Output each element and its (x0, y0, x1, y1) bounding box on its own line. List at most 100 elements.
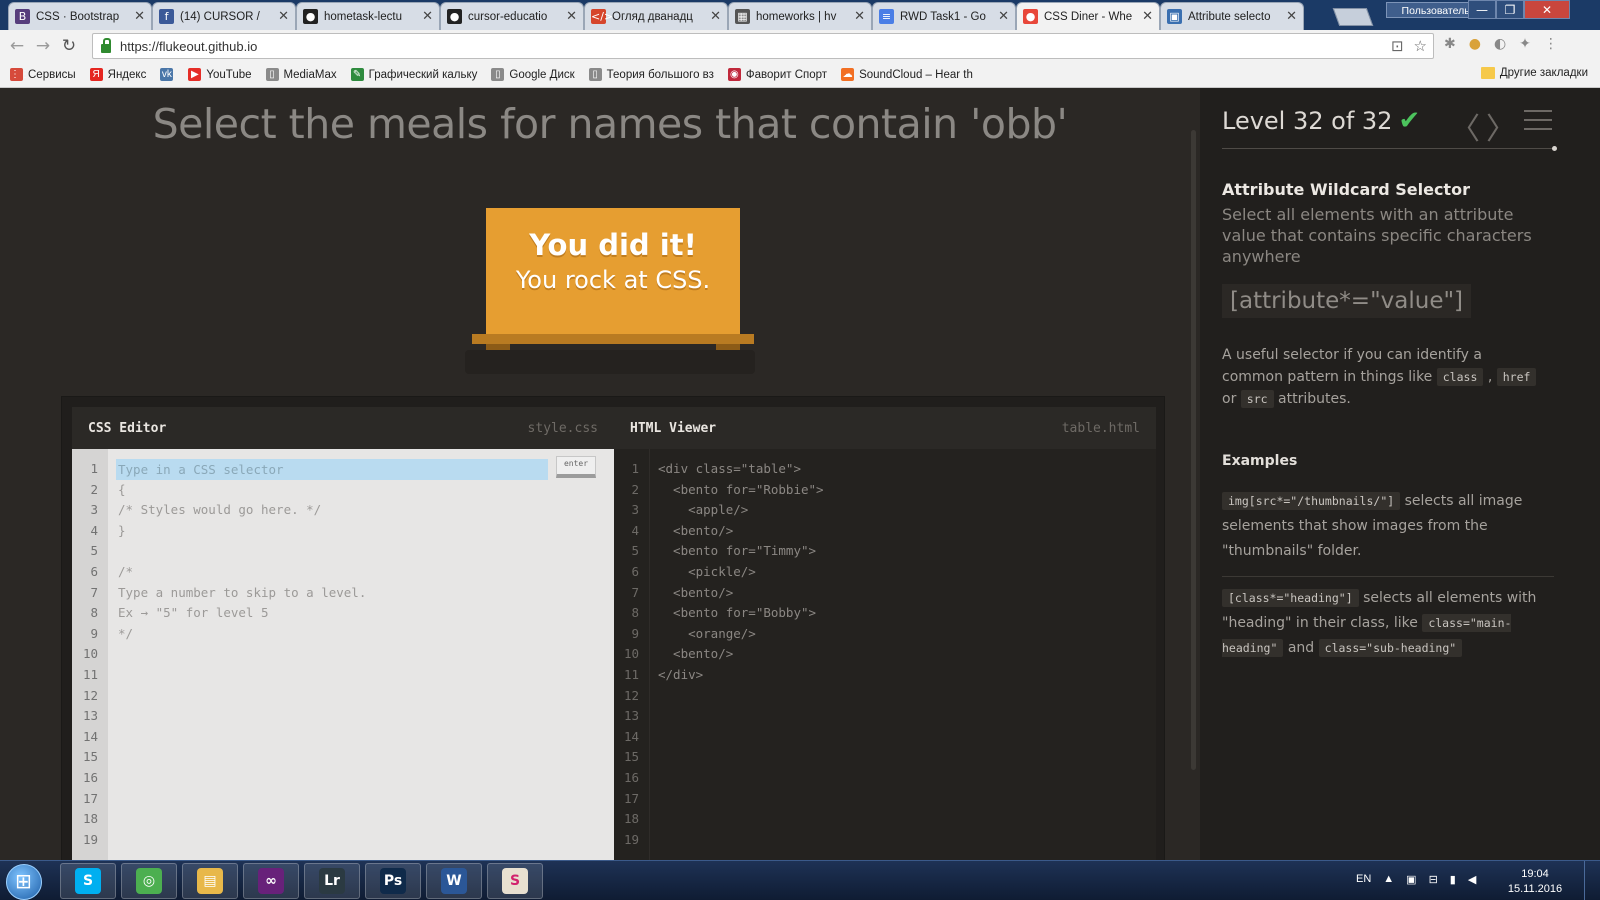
extension-puzzle-icon[interactable]: ✦ (1519, 36, 1531, 52)
line-number: 8 (90, 605, 98, 621)
code-line: </div> (658, 667, 704, 682)
back-arrow-icon[interactable]: ← (4, 36, 30, 56)
hint-text: attributes. (1273, 391, 1351, 407)
bookmark-item[interactable]: ⋮⋮ Сервисы (10, 68, 76, 81)
line-number: 1 (90, 461, 98, 476)
clock-time: 19:04 (1521, 868, 1549, 880)
tray-arrow-icon[interactable]: ▲ (1383, 873, 1394, 886)
line-number: 18 (82, 811, 98, 827)
bookmark-item[interactable]: ✎ Графический кальку (350, 68, 477, 81)
photoshop-icon: Ps (380, 868, 406, 894)
line-number: 12 (82, 687, 98, 703)
tab-close-icon[interactable]: ✕ (566, 9, 577, 24)
chrome-menu-icon[interactable]: ⋮ (1544, 36, 1558, 52)
browser-tab[interactable]: ≡ RWD Task1 - Go ✕ (872, 2, 1016, 30)
css-line-gutter: 1 2 3 4 5 6 7 8 9 10 11 12 13 14 15 16 17 18 19 (72, 449, 108, 860)
reload-icon[interactable]: ↻ (56, 36, 82, 56)
browser-tab[interactable]: ▣ Attribute selecto ✕ (1160, 2, 1304, 30)
line-number: 5 (631, 543, 639, 559)
bookmark-item[interactable]: ▯ Теория большого вз (588, 68, 714, 81)
address-bar[interactable]: https://flukeout.github.io ⊡ ☆ (92, 33, 1434, 59)
bookmark-item[interactable]: ☁ SoundCloud – Hear th (841, 68, 973, 81)
taskbar-app[interactable]: Lr (304, 863, 360, 899)
browser-toolbar: ← → ↻ https://flukeout.github.io ⊡ ☆ (0, 30, 1600, 62)
browser-tab[interactable]: ● CSS Diner - Whe ✕ (1016, 2, 1160, 30)
line-number: 14 (82, 728, 98, 744)
soundcloud-icon: ☁ (841, 68, 855, 81)
tab-close-icon[interactable]: ✕ (1142, 9, 1153, 24)
line-number: 18 (623, 811, 639, 827)
extension-snowflake-icon[interactable]: ✱ (1444, 36, 1456, 52)
browser-tab[interactable]: ▦ homeworks | hv ✕ (728, 2, 872, 30)
browser-tab[interactable]: f (14) CURSOR / ✕ (152, 2, 296, 30)
taskbar-app[interactable]: ◎ (121, 863, 177, 899)
other-bookmarks[interactable]: Другие закладки (1480, 67, 1588, 79)
next-level-icon[interactable]: 〉 (1486, 104, 1516, 148)
minimize-button[interactable]: — (1468, 0, 1496, 19)
tab-close-icon[interactable]: ✕ (854, 9, 865, 24)
extension-cookie-icon[interactable]: ● (1469, 36, 1481, 52)
browser-tab-strip: B CSS · Bootstrap ✕ f (14) CURSOR / ✕ ● hometa… (0, 0, 1600, 30)
tab-label: (14) CURSOR / (180, 10, 260, 23)
taskbar-app[interactable]: ▤ (182, 863, 238, 899)
taskbar-app[interactable]: S (487, 863, 543, 899)
extension-moon-icon[interactable]: ◐ (1494, 36, 1506, 52)
maximize-button[interactable]: ❐ (1496, 0, 1524, 19)
translate-icon[interactable]: ⊡ (1391, 37, 1404, 55)
bookmark-item[interactable]: vk (160, 68, 178, 81)
tab-close-icon[interactable]: ✕ (1286, 9, 1297, 24)
star-icon[interactable]: ☆ (1414, 37, 1427, 55)
tab-close-icon[interactable]: ✕ (422, 9, 433, 24)
browser-tab[interactable]: ● cursor-educatio ✕ (440, 2, 584, 30)
bookmark-item[interactable]: ◉ Фаворит Спорт (727, 68, 827, 81)
word-icon: W (441, 868, 467, 894)
volume-icon[interactable]: ◀ (1468, 873, 1476, 886)
new-tab-button[interactable] (1332, 8, 1374, 26)
browser-tab[interactable]: B CSS · Bootstrap ✕ (8, 2, 152, 30)
folder-icon (1480, 67, 1495, 79)
selector-hint: A useful selector if you can identify a … (1222, 344, 1542, 410)
enter-button[interactable]: enter (556, 456, 596, 478)
table-leg (486, 344, 510, 350)
line-number: 11 (82, 667, 98, 682)
line-number: 13 (82, 708, 98, 724)
line-number: 10 (623, 646, 639, 662)
show-desktop-button[interactable] (1584, 861, 1598, 900)
browser-tab[interactable]: ● hometask-lectu ✕ (296, 2, 440, 30)
close-window-button[interactable]: ✕ (1524, 0, 1570, 19)
taskbar-app[interactable]: S (60, 863, 116, 899)
url-text: https://flukeout.github.io (120, 38, 258, 54)
usb-icon[interactable]: ⊟ (1429, 873, 1438, 886)
extensions-bar: ✱ ● ◐ ✦ ⋮ (1444, 36, 1558, 52)
line-number: 1 (631, 461, 639, 476)
scrollbar-thumb[interactable] (1191, 130, 1196, 770)
forward-arrow-icon[interactable]: → (30, 36, 56, 56)
level-menu-icon[interactable] (1524, 110, 1552, 130)
tab-close-icon[interactable]: ✕ (134, 9, 145, 24)
taskbar-app[interactable]: ∞ (243, 863, 299, 899)
start-button[interactable] (6, 864, 42, 900)
tab-close-icon[interactable]: ✕ (998, 9, 1009, 24)
bookmark-item[interactable]: ▶ YouTube (188, 68, 252, 81)
taskbar-app[interactable]: Ps (365, 863, 421, 899)
taskbar-app[interactable]: W (426, 863, 482, 899)
line-number: 3 (631, 502, 639, 518)
examples-divider (1222, 576, 1554, 577)
code-line: <div class="table"> (658, 461, 801, 476)
css-selector-input[interactable] (116, 459, 548, 480)
previous-level-icon[interactable]: 〈 (1450, 104, 1480, 148)
bookmark-item[interactable]: ▯ Google Диск (491, 68, 575, 81)
signal-icon[interactable]: ▮ (1450, 873, 1456, 886)
language-indicator[interactable]: EN (1356, 873, 1371, 886)
tab-close-icon[interactable]: ✕ (710, 9, 721, 24)
clock[interactable]: 19:04 15.11.2016 (1500, 867, 1570, 897)
line-number: 15 (623, 749, 639, 765)
bookmark-item[interactable]: ▯ MediaMax (265, 68, 337, 81)
browser-tab[interactable]: </> Огляд дванадц ✕ (584, 2, 728, 30)
line-number: 19 (82, 831, 98, 847)
hint-code-href: href (1496, 368, 1537, 386)
tab-close-icon[interactable]: ✕ (278, 9, 289, 24)
network-error-icon[interactable]: ▣ (1406, 873, 1416, 886)
bookmark-item[interactable]: Я Яндекс (89, 68, 146, 81)
line-number: 11 (623, 667, 639, 682)
